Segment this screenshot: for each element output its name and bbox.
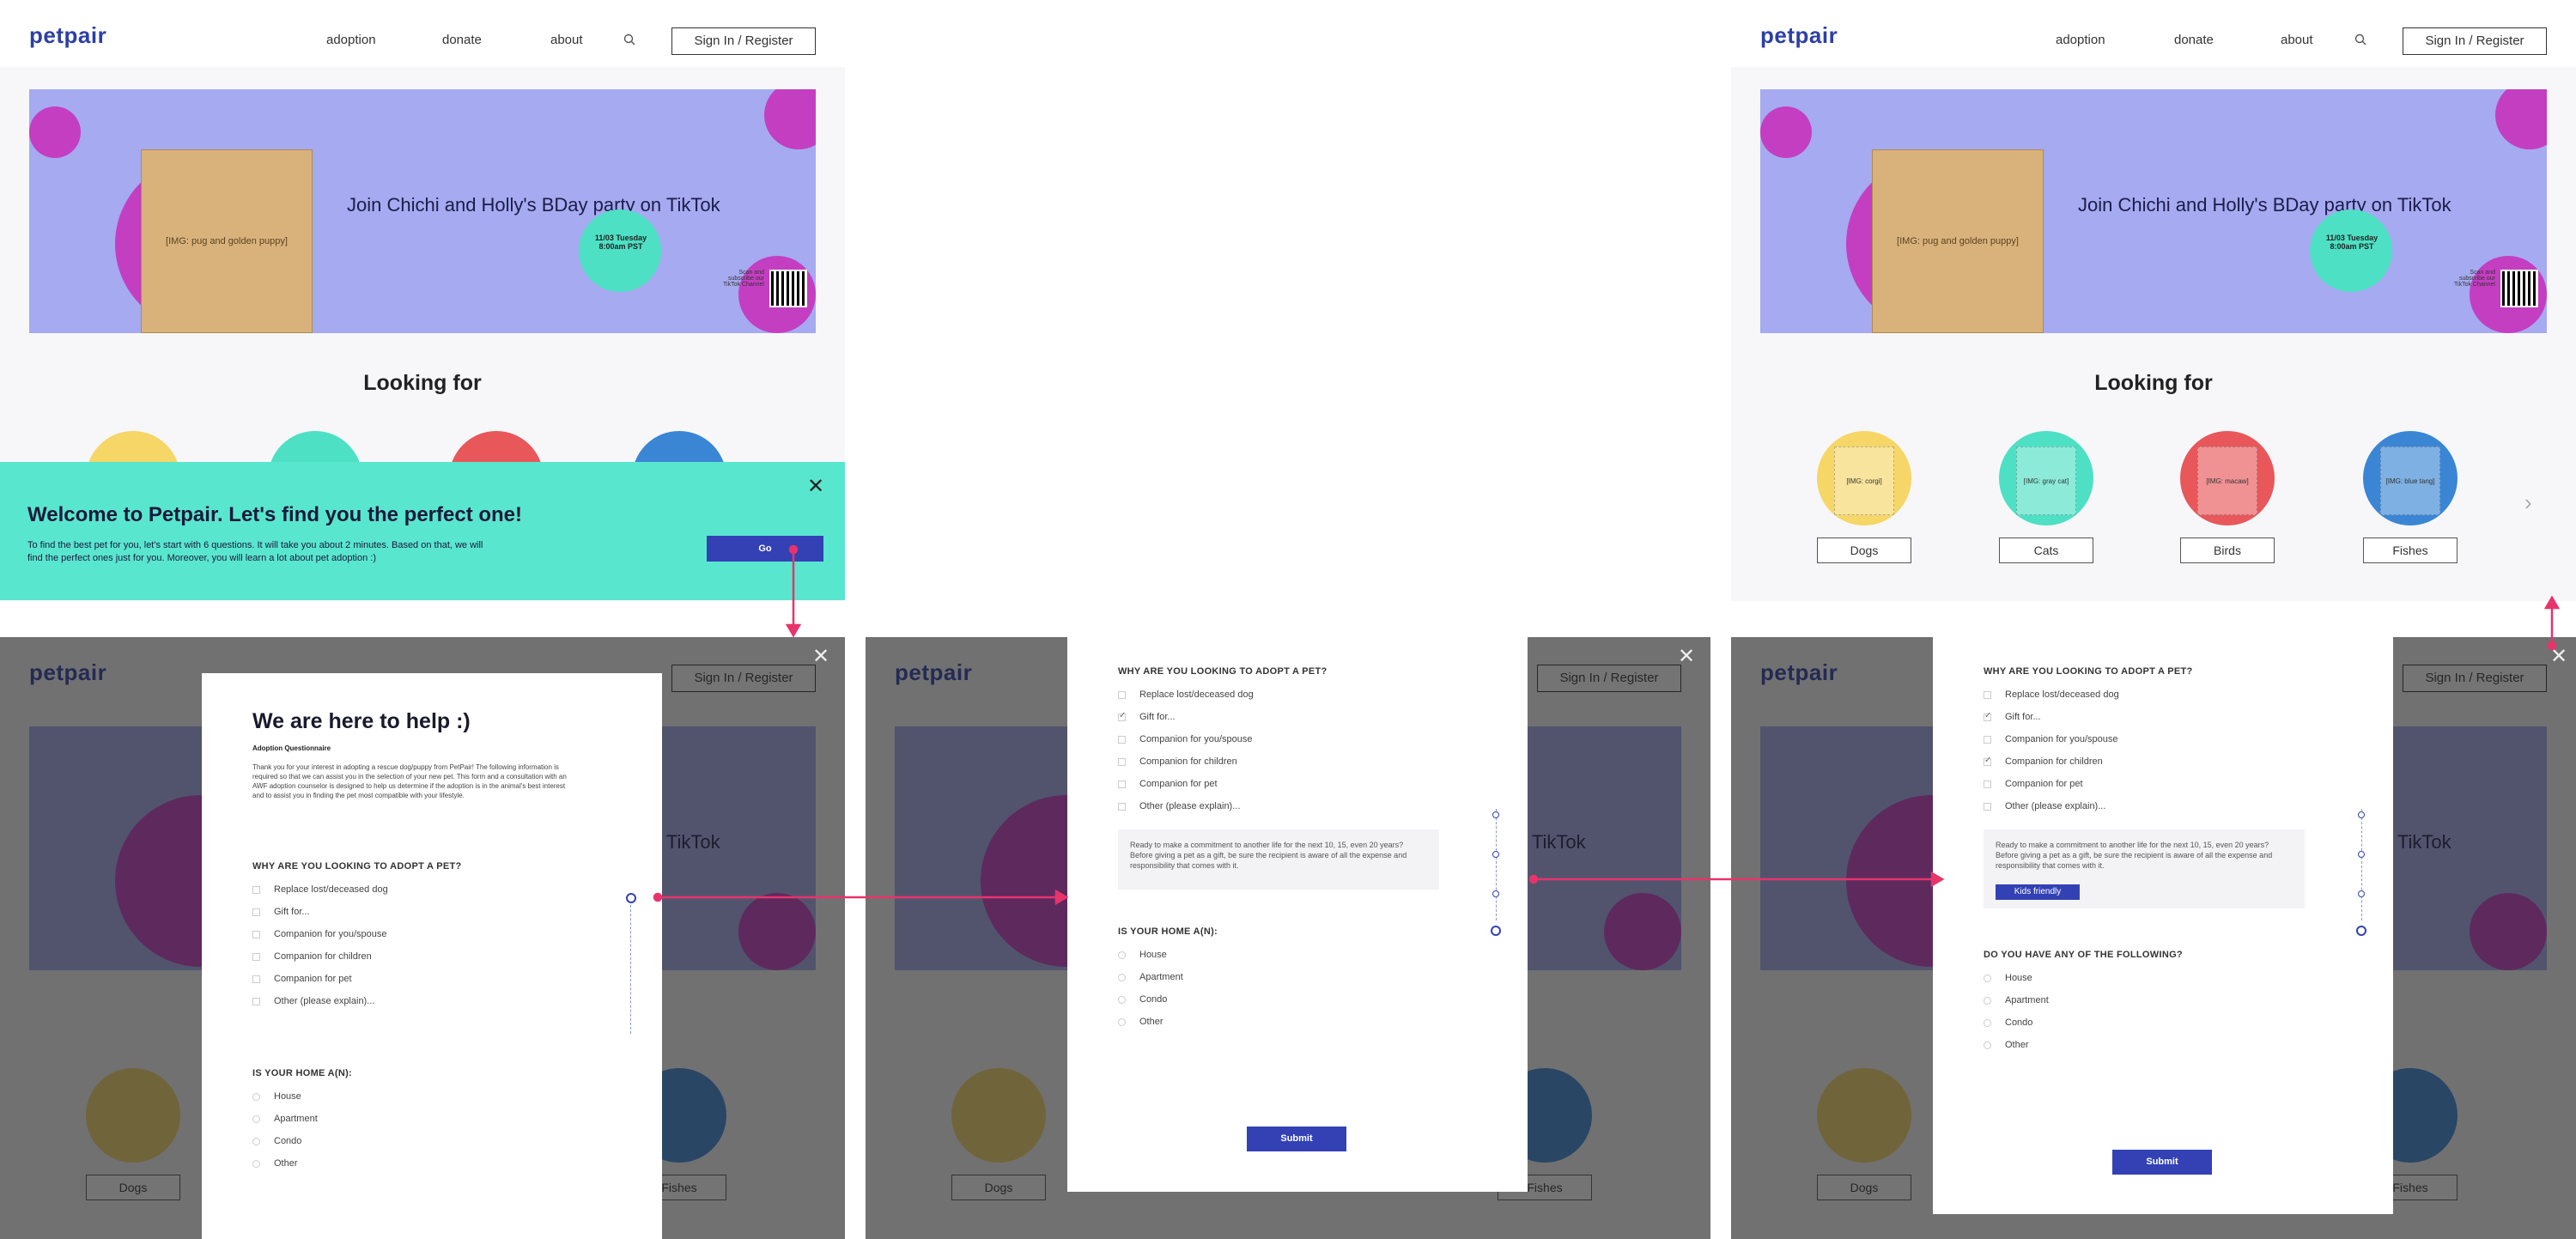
flow-arrows: [653, 544, 2561, 906]
flow-arrowhead: [1054, 889, 1069, 906]
flow-arrowhead: [1930, 871, 1945, 888]
flow-arrowhead: [785, 623, 802, 638]
flow-arrowhead: [2543, 595, 2561, 610]
